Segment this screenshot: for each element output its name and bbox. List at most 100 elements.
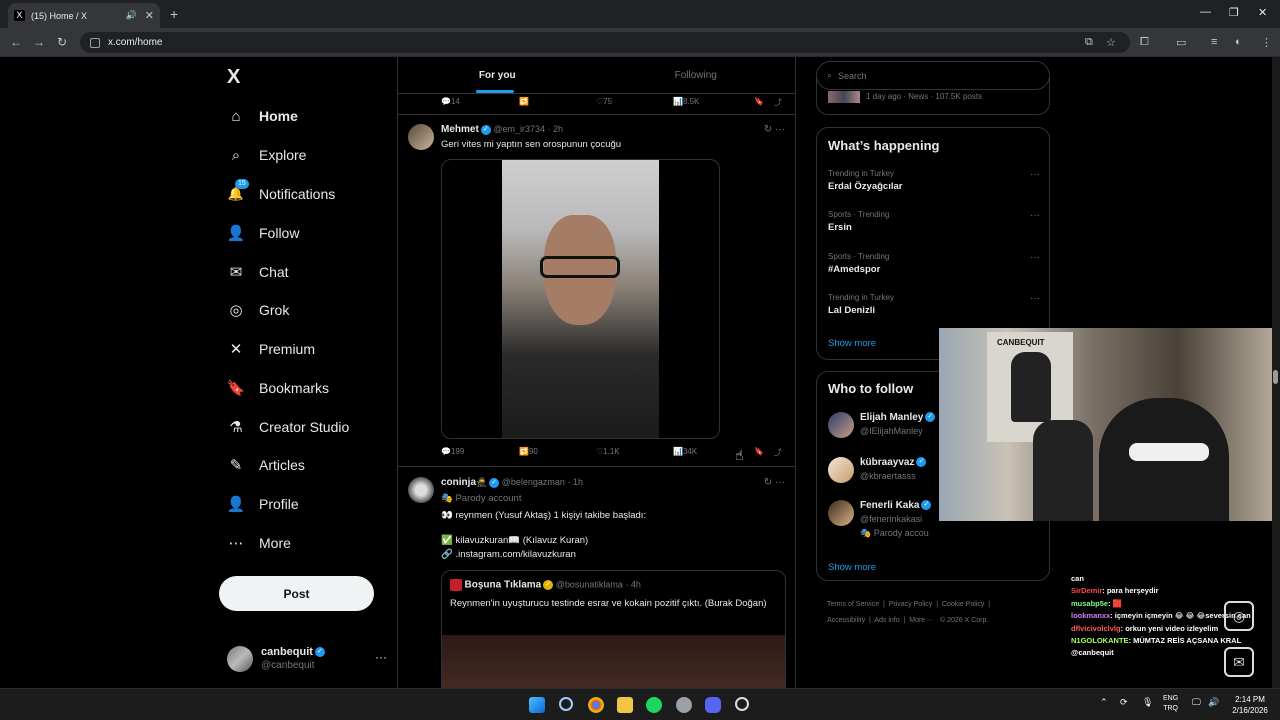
nav-follow[interactable]: 👤 Follow: [227, 218, 300, 248]
language-indicator[interactable]: ENG TRQ: [1163, 694, 1178, 714]
repost-button[interactable]: 🔁 90: [519, 447, 538, 456]
spotify-icon[interactable]: [646, 697, 662, 713]
author-handle[interactable]: @em_ir3734: [493, 124, 545, 134]
profile-icon[interactable]: ◐: [1235, 36, 1242, 48]
share-icon[interactable]: ⤴: [774, 97, 782, 108]
footer-link[interactable]: Privacy Policy: [889, 601, 933, 608]
chevron-up-icon[interactable]: ⌃: [1100, 697, 1108, 708]
sync-icon[interactable]: ⟳: [1120, 697, 1128, 708]
like-button[interactable]: ♡ 75: [596, 97, 612, 106]
trend-item[interactable]: Trending in Turkey Erdal Özyağcılar ···: [828, 169, 1040, 192]
nav-profile[interactable]: 👤 Profile: [227, 489, 299, 519]
extensions-icon[interactable]: ⧠: [1140, 36, 1149, 49]
like-button[interactable]: ♡ 1.1K: [596, 447, 620, 456]
more-dots-icon[interactable]: ···: [375, 650, 387, 664]
close-window-icon[interactable]: ✕: [1258, 6, 1267, 19]
scrollbar-thumb[interactable]: [1273, 370, 1278, 384]
nav-explore[interactable]: ⌕ Explore: [227, 140, 307, 170]
views-button[interactable]: 📊 8.5K: [673, 97, 699, 106]
trend-item[interactable]: Sports · Trending Ersin ···: [828, 210, 1040, 233]
speaker-icon[interactable]: 🔊: [126, 10, 137, 21]
back-icon[interactable]: ←: [10, 35, 22, 49]
nav-notifications[interactable]: 🔔 15 Notifications: [227, 179, 335, 209]
close-tab-icon[interactable]: ✕: [145, 9, 154, 22]
obs-icon[interactable]: [735, 697, 749, 711]
more-icon[interactable]: ↻ ···: [764, 477, 785, 488]
reload-icon[interactable]: ↻: [57, 35, 67, 49]
more-icon[interactable]: ···: [1030, 293, 1040, 304]
more-icon[interactable]: ···: [1030, 210, 1040, 221]
bookmark-icon[interactable]: 🔖: [754, 97, 764, 106]
views-button[interactable]: 📊 34K: [673, 447, 697, 456]
reply-button[interactable]: 💬 199: [441, 447, 464, 456]
footer-link[interactable]: Terms of Service: [827, 601, 879, 608]
site-info-icon[interactable]: [90, 37, 100, 48]
author-name[interactable]: coninja: [441, 477, 476, 488]
trend-item[interactable]: Sports · Trending #Amedspor ···: [828, 252, 1040, 275]
nav-more[interactable]: ⋯ More: [227, 528, 291, 558]
reply-button[interactable]: 💬 14: [441, 97, 460, 106]
tab-following[interactable]: Following: [597, 57, 796, 93]
show-more-link[interactable]: Show more: [828, 338, 876, 349]
nav-articles[interactable]: ✎ Articles: [227, 450, 305, 480]
settings-icon[interactable]: [676, 697, 692, 713]
nav-grok[interactable]: ◎ Grok: [227, 295, 289, 325]
grok-floating-icon[interactable]: ◎: [1224, 601, 1254, 631]
start-icon[interactable]: [529, 697, 545, 713]
trend-item[interactable]: Trending in Turkey Lal Denizli ···: [828, 293, 1040, 316]
sidepanel-icon[interactable]: ▭: [1176, 36, 1186, 49]
news-card[interactable]: 1 day ago · News · 107.5K posts: [816, 77, 1050, 115]
chrome-icon[interactable]: [588, 697, 604, 713]
restore-icon[interactable]: ❐: [1229, 6, 1239, 19]
show-more-link[interactable]: Show more: [828, 562, 876, 573]
search-icon[interactable]: [559, 697, 573, 711]
media-icon[interactable]: ≡: [1211, 36, 1217, 48]
footer-link[interactable]: Cookie Policy: [942, 601, 984, 608]
tweet-time[interactable]: · 2h: [548, 124, 564, 134]
author-handle[interactable]: @belengazman: [502, 477, 565, 487]
network-icon[interactable]: 🖵: [1192, 697, 1201, 708]
more-icon[interactable]: ···: [1030, 252, 1040, 263]
more-icon[interactable]: ↻ ···: [764, 124, 785, 135]
forward-icon[interactable]: →: [33, 35, 45, 49]
footer-link[interactable]: Accessibility: [827, 617, 865, 624]
new-tab-button[interactable]: +: [170, 6, 178, 22]
account-switcher[interactable]: canbequit ✓ @canbequit ···: [227, 642, 387, 676]
messages-floating-icon[interactable]: ✉: [1224, 647, 1254, 677]
avatar[interactable]: [408, 124, 434, 150]
avatar[interactable]: [408, 477, 434, 503]
bookmark-icon[interactable]: 🔖: [754, 447, 764, 456]
footer-link[interactable]: More ···: [909, 617, 934, 624]
video-player[interactable]: [441, 159, 720, 439]
tweet[interactable]: Mehmet ✓ @em_ir3734 · 2h ↻ ··· Geri vites…: [398, 115, 795, 467]
tweet-time[interactable]: · 1h: [567, 477, 583, 487]
nav-chat[interactable]: ✉ Chat: [227, 257, 289, 287]
minimize-icon[interactable]: —: [1200, 6, 1211, 18]
volume-icon[interactable]: 🔊: [1208, 697, 1219, 708]
more-icon[interactable]: ···: [1030, 169, 1040, 180]
clock[interactable]: 2:14 PM 2/16/2026: [1224, 694, 1276, 716]
star-icon[interactable]: ☆: [1106, 36, 1116, 49]
browser-tab[interactable]: X (15) Home / X 🔊 ✕: [8, 3, 160, 28]
author-name[interactable]: Mehmet: [441, 124, 479, 135]
footer-link[interactable]: Ads info: [874, 617, 899, 624]
nav-premium[interactable]: ✕ Premium: [227, 334, 315, 364]
install-app-icon[interactable]: ⧉: [1085, 36, 1093, 49]
nav-home[interactable]: ⌂ Home: [227, 101, 297, 131]
nav-creator-studio[interactable]: ⚗ Creator Studio: [227, 412, 349, 442]
tab-for-you[interactable]: For you: [398, 57, 597, 93]
share-icon[interactable]: ⤴: [774, 447, 782, 458]
post-button[interactable]: Post: [219, 576, 374, 611]
file-explorer-icon[interactable]: [617, 697, 633, 713]
tweet[interactable]: coninja🥷 ✓ @belengazman · 1h ↻ ··· 🎭 Paro…: [398, 468, 795, 688]
quoted-tweet[interactable]: Boşuna Tıklama ✓ @bosunatiklama · 4h Reyn…: [441, 570, 786, 688]
nav-bookmarks[interactable]: 🔖 Bookmarks: [227, 373, 329, 403]
url-field[interactable]: x.com/home: [80, 32, 1130, 53]
microphone-icon[interactable]: 🎙: [1142, 697, 1153, 708]
discord-icon[interactable]: [705, 697, 721, 713]
repost-icon[interactable]: 🔁: [519, 97, 529, 106]
menu-icon[interactable]: ⋮: [1261, 36, 1272, 49]
follow-name-row: kübraayvaz ✓: [860, 457, 927, 468]
x-logo-icon[interactable]: X: [227, 66, 240, 89]
tweet-link-line[interactable]: 🔗 .instagram.com/kilavuzkuran: [441, 548, 576, 561]
